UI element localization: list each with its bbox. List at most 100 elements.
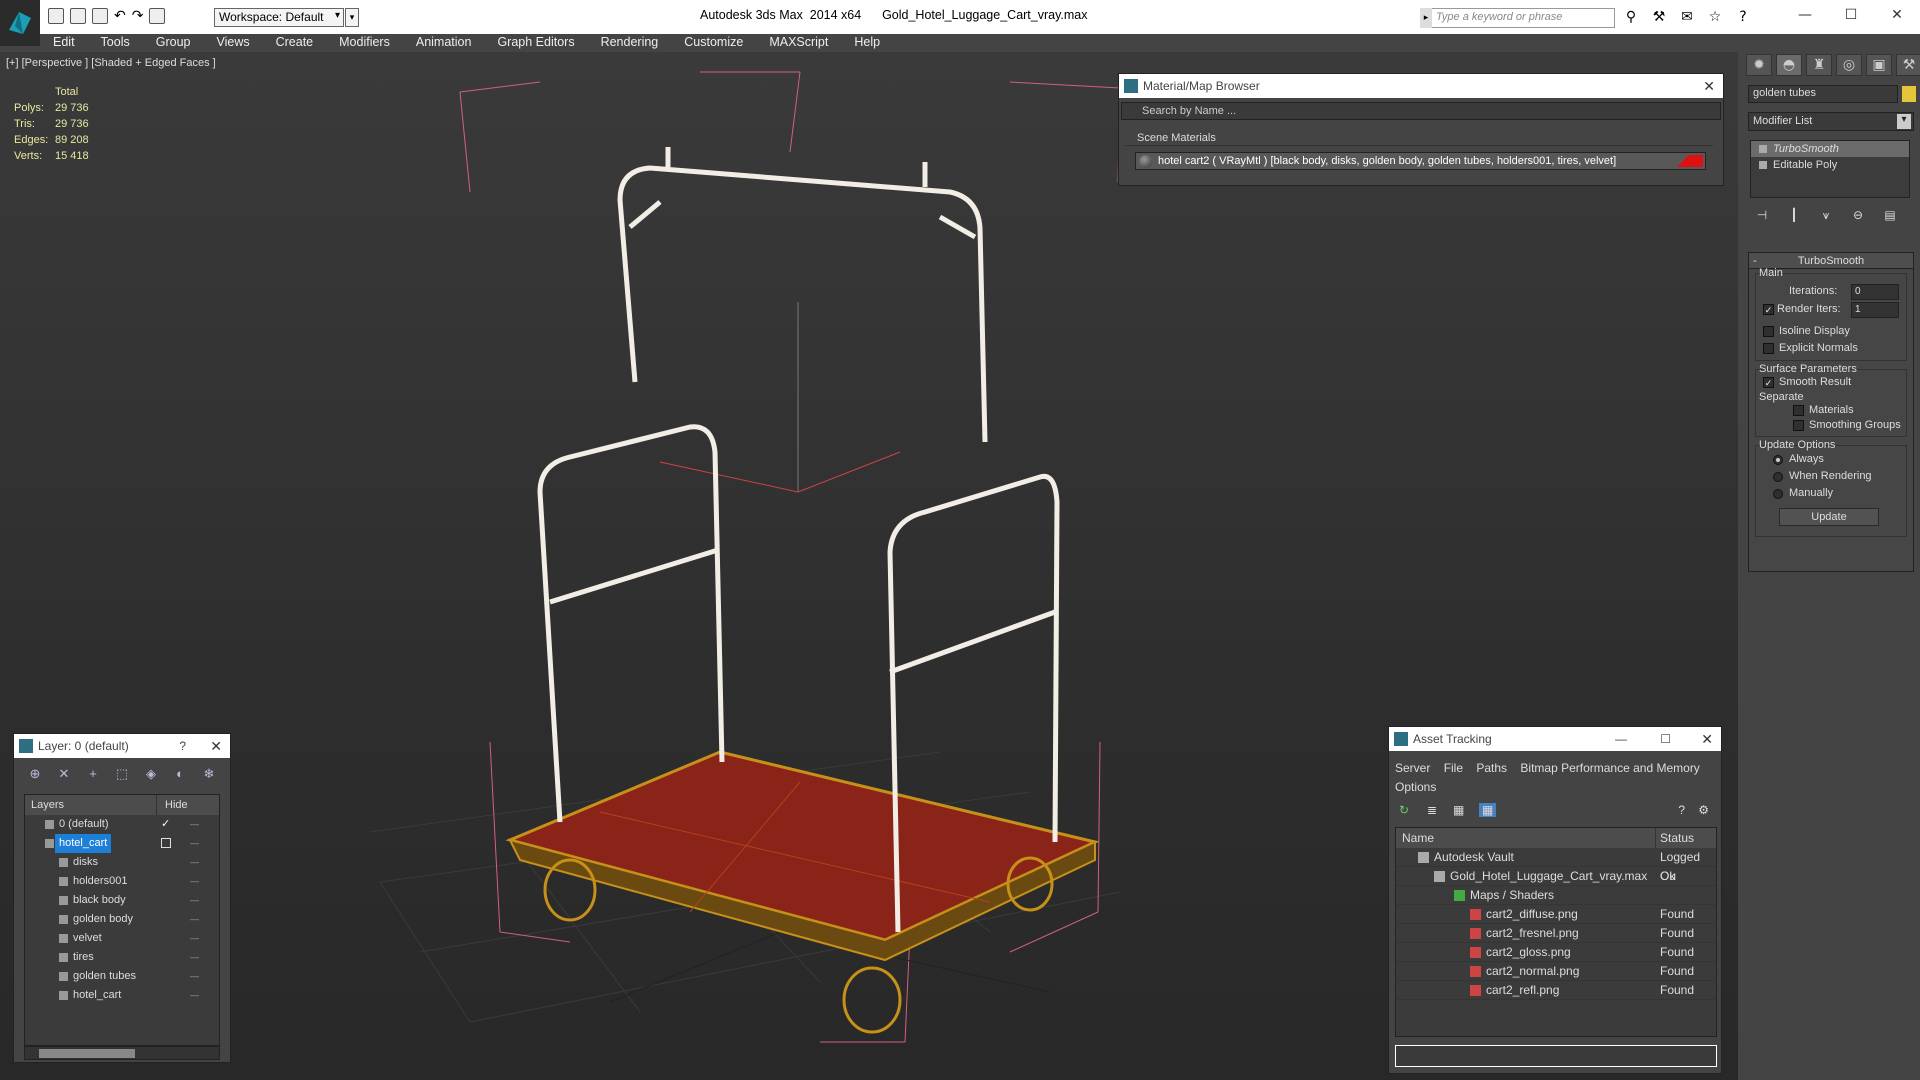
menu-edit[interactable]: Edit	[40, 34, 88, 52]
set-current-box[interactable]	[161, 838, 171, 848]
materials-checkbox[interactable]	[1793, 405, 1804, 416]
smooth-result-checkbox[interactable]: ✓	[1763, 377, 1774, 388]
undo-icon[interactable]: ↶	[114, 8, 126, 24]
asset-row[interactable]: Autodesk Vault Logged Ou	[1396, 848, 1716, 883]
hide-toggle[interactable]: —	[190, 929, 199, 948]
asset-row[interactable]: cart2_diffuse.png Found	[1396, 905, 1716, 924]
make-unique-icon[interactable]: ⩛	[1816, 205, 1836, 225]
keyword-search-input[interactable]: Type a keyword or phrase	[1420, 8, 1615, 28]
asset-row[interactable]: cart2_normal.png Found	[1396, 962, 1716, 981]
qa-customize-dropdown[interactable]: ▾	[345, 8, 359, 27]
menu-animation[interactable]: Animation	[403, 34, 485, 52]
object-row[interactable]: disks —	[25, 853, 219, 872]
menu-customize[interactable]: Customize	[671, 34, 756, 52]
isoline-checkbox[interactable]	[1763, 326, 1774, 337]
object-row[interactable]: hotel_cart —	[25, 986, 219, 1005]
open-file-icon[interactable]	[70, 8, 86, 24]
stack-item-turbosmooth[interactable]: TurboSmooth	[1751, 141, 1909, 157]
show-end-result-icon[interactable]: ┃	[1784, 205, 1804, 225]
layers-column-header[interactable]: Layers	[25, 795, 157, 815]
tree-view-icon[interactable]: ▦	[1453, 803, 1464, 817]
display-tab-icon[interactable]: ▣	[1866, 54, 1892, 76]
hide-toggle[interactable]: —	[190, 967, 199, 986]
menu-tools[interactable]: Tools	[88, 34, 143, 52]
layer-title-bar[interactable]: Layer: 0 (default)? ✕	[14, 734, 230, 758]
hide-all-icon[interactable]: ◐	[171, 766, 189, 782]
close-button[interactable]: ✕	[1874, 0, 1920, 30]
project-folder-icon[interactable]	[149, 8, 166, 24]
menu-modifiers[interactable]: Modifiers	[326, 34, 403, 52]
layer-row[interactable]: hotel_cart —	[25, 834, 219, 853]
scrollbar-thumb[interactable]	[39, 1049, 135, 1058]
asset-menu-bitmap[interactable]: Bitmap Performance and Memory	[1520, 761, 1699, 775]
configure-sets-icon[interactable]: ▤	[1880, 205, 1900, 225]
hide-toggle[interactable]: —	[190, 986, 199, 1005]
communication-icon[interactable]: ✉	[1678, 8, 1696, 26]
object-row[interactable]: tires —	[25, 948, 219, 967]
always-radio[interactable]	[1773, 455, 1783, 465]
asset-row[interactable]: cart2_refl.png Found	[1396, 981, 1716, 1000]
hide-toggle[interactable]: —	[190, 853, 199, 872]
create-layer-icon[interactable]: ⊕	[26, 766, 44, 782]
object-name-field[interactable]: golden tubes	[1748, 85, 1898, 103]
smoothing-groups-checkbox[interactable]	[1793, 420, 1804, 431]
remove-modifier-icon[interactable]: ⊖	[1848, 205, 1868, 225]
asset-maximize-icon[interactable]: ☐	[1660, 727, 1671, 751]
asset-menu-file[interactable]: File	[1444, 761, 1463, 775]
menu-rendering[interactable]: Rendering	[588, 34, 672, 52]
asset-name-column-header[interactable]: Name	[1396, 828, 1656, 848]
list-view-icon[interactable]: ≣	[1427, 803, 1437, 817]
utilities-tab-icon[interactable]: ⚒	[1896, 54, 1920, 76]
help-icon[interactable]: ?	[1734, 8, 1752, 26]
hide-toggle[interactable]: —	[190, 834, 199, 853]
menu-graph-editors[interactable]: Graph Editors	[484, 34, 587, 52]
new-file-icon[interactable]	[48, 8, 64, 24]
layer-close-icon[interactable]: ✕	[210, 734, 222, 758]
delete-layer-icon[interactable]: ✕	[55, 766, 73, 782]
freeze-all-icon[interactable]: ❄	[200, 766, 218, 782]
asset-help-icon[interactable]: ?	[1678, 803, 1685, 817]
hide-toggle[interactable]: —	[190, 872, 199, 891]
menu-help[interactable]: Help	[841, 34, 893, 52]
select-in-layer-icon[interactable]: ⬚	[113, 766, 131, 782]
menu-create[interactable]: Create	[263, 34, 327, 52]
refresh-icon[interactable]: ↻	[1399, 803, 1409, 817]
create-tab-icon[interactable]: ✹	[1746, 54, 1772, 76]
asset-row[interactable]: Gold_Hotel_Luggage_Cart_vray.max Ok	[1396, 867, 1716, 886]
asset-row[interactable]: cart2_fresnel.png Found	[1396, 924, 1716, 943]
object-row[interactable]: velvet —	[25, 929, 219, 948]
layer-horizontal-scrollbar[interactable]	[24, 1046, 220, 1060]
redo-icon[interactable]: ↷	[132, 8, 144, 24]
scene-materials-header[interactable]: Scene Materials	[1125, 130, 1713, 146]
modifier-list-dropdown[interactable]: Modifier List	[1748, 112, 1914, 131]
manually-radio[interactable]	[1773, 489, 1783, 499]
hide-toggle[interactable]: —	[190, 815, 199, 834]
asset-menu-server[interactable]: Server	[1395, 761, 1430, 775]
active-layer-check-icon[interactable]: ✓	[161, 815, 170, 834]
hide-toggle[interactable]: —	[190, 891, 199, 910]
hierarchy-tab-icon[interactable]: ♜	[1806, 54, 1832, 76]
object-row[interactable]: golden tubes —	[25, 967, 219, 986]
table-view-icon[interactable]: ▦	[1479, 803, 1497, 817]
asset-row[interactable]: Maps / Shaders	[1396, 886, 1716, 905]
pin-stack-icon[interactable]: ⊣	[1752, 205, 1772, 225]
update-button[interactable]: Update	[1779, 508, 1879, 526]
asset-path-field[interactable]	[1395, 1045, 1717, 1067]
object-row[interactable]: golden body —	[25, 910, 219, 929]
mmb-close-icon[interactable]: ✕	[1703, 74, 1715, 98]
mmb-search-input[interactable]: Search by Name ...	[1121, 102, 1721, 120]
asset-close-icon[interactable]: ✕	[1701, 727, 1713, 751]
layer-row[interactable]: 0 (default) ✓ —	[25, 815, 219, 834]
add-to-layer-icon[interactable]: +	[84, 766, 102, 782]
hide-toggle[interactable]: —	[190, 948, 199, 967]
object-row[interactable]: black body —	[25, 891, 219, 910]
menu-views[interactable]: Views	[203, 34, 262, 52]
maximize-button[interactable]: ☐	[1828, 0, 1874, 30]
object-row[interactable]: holders001 —	[25, 872, 219, 891]
asset-menu-paths[interactable]: Paths	[1476, 761, 1507, 775]
asset-title-bar[interactable]: Asset Tracking — ☐ ✕	[1389, 727, 1721, 751]
hide-column-header[interactable]: Hide	[157, 795, 188, 815]
asset-status-column-header[interactable]: Status	[1656, 828, 1694, 848]
subscription-icon[interactable]: ⚒	[1650, 8, 1668, 26]
workspace-dropdown[interactable]: Workspace: Default	[214, 8, 344, 27]
